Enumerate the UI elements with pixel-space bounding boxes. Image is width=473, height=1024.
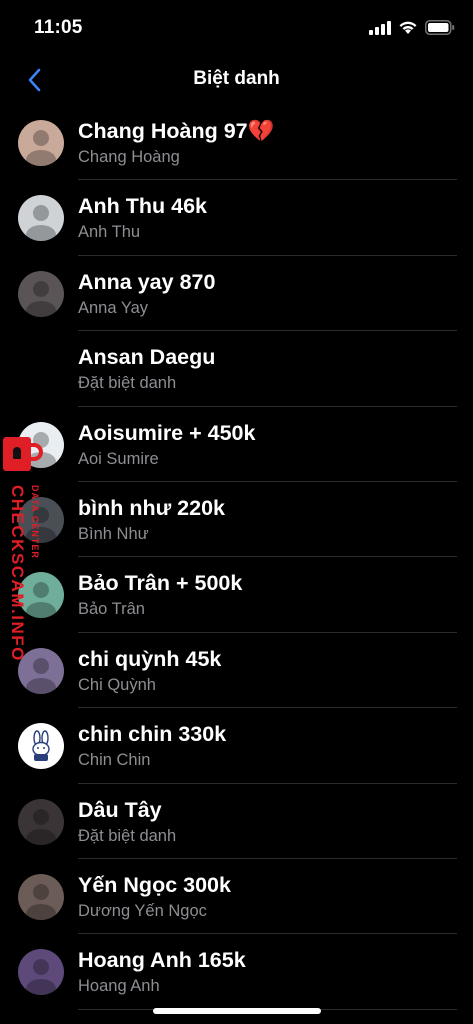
avatar-photo-icon <box>18 798 64 845</box>
avatar <box>18 873 64 920</box>
row-text: Ansan Daegu Đặt biệt danh <box>78 344 457 393</box>
avatar-photo-icon <box>18 496 64 543</box>
row-text: Yến Ngọc 300k Dương Yến Ngọc <box>78 872 457 921</box>
avatar-photo-icon <box>18 120 64 166</box>
list-item[interactable]: Bảo Trân + 500k Bảo Trân <box>0 557 473 633</box>
contact-name-label: Anna Yay <box>78 298 149 317</box>
list-item[interactable]: Ansan Daegu Đặt biệt danh <box>0 331 473 407</box>
nickname-label: Yến Ngọc 300k <box>78 872 231 897</box>
nickname-label: Hoang Anh 165k <box>78 948 246 973</box>
avatar <box>18 346 64 392</box>
wifi-icon <box>398 20 418 40</box>
nickname-label: Aoisumire + 450k <box>78 420 256 445</box>
nickname-label: Ansan Daegu <box>78 345 216 370</box>
avatar-photo-icon <box>18 949 64 996</box>
row-text: Hoang Anh 165k Hoang Anh <box>78 947 457 996</box>
list-item[interactable]: Anna yay 870 Anna Yay <box>0 256 473 332</box>
row-text: chi quỳnh 45k Chi Quỳnh <box>78 646 457 695</box>
contact-name-label: Bảo Trân <box>78 600 145 619</box>
nav-bar: Biệt danh <box>0 58 473 102</box>
contact-name-label: Đặt biệt danh <box>78 374 177 393</box>
avatar-photo-icon <box>18 873 64 920</box>
contact-name-label: Aoi Sumire <box>78 449 159 468</box>
contact-name-label: Bình Như <box>78 524 149 543</box>
avatar <box>18 723 64 770</box>
list-item[interactable]: Chang Hoàng 97💔 Chang Hoàng <box>0 105 473 181</box>
list-item[interactable]: Yến Ngọc 300k Dương Yến Ngọc <box>0 859 473 935</box>
status-bar: 11:05 <box>0 0 473 58</box>
avatar-photo-icon <box>18 647 64 694</box>
nickname-label: Dâu Tây <box>78 797 162 822</box>
row-text: Aoisumire + 450k Aoi Sumire <box>78 420 457 469</box>
nickname-label: Bảo Trân + 500k <box>78 571 243 596</box>
row-text: Anh Thu 46k Anh Thu <box>78 193 457 242</box>
signal-icon <box>369 20 391 40</box>
list-item[interactable]: Dâu Tây Đặt biệt danh <box>0 784 473 859</box>
avatar-photo-icon <box>18 572 64 619</box>
row-text: chin chin 330k Chin Chin <box>78 721 457 770</box>
row-text: Dâu Tây Đặt biệt danh <box>78 797 457 846</box>
avatar <box>18 572 64 619</box>
list-item[interactable]: chin chin 330k Chin Chin <box>0 708 473 784</box>
nickname-label: Chang Hoàng 97💔 <box>78 119 275 143</box>
contact-name-label: Đặt biệt danh <box>78 826 177 845</box>
home-indicator[interactable] <box>153 1008 321 1014</box>
list-item[interactable]: chi quỳnh 45k Chi Quỳnh <box>0 633 473 709</box>
battery-icon <box>425 20 455 40</box>
avatar <box>18 798 64 845</box>
nickname-label: chi quỳnh 45k <box>78 646 222 671</box>
contact-name-label: Anh Thu <box>78 223 141 242</box>
contact-name-label: Hoang Anh <box>78 977 160 996</box>
status-icons <box>369 20 455 40</box>
nickname-label: Anh Thu 46k <box>78 194 208 219</box>
nickname-label: Anna yay 870 <box>78 269 216 294</box>
avatar <box>18 949 64 996</box>
avatar <box>18 421 64 468</box>
status-time: 11:05 <box>34 17 83 38</box>
contact-name-label: Chang Hoàng <box>78 148 180 166</box>
row-text: bình như 220k Bình Như <box>78 495 457 544</box>
nickname-list: Chang Hoàng 97💔 Chang Hoàng Anh Thu 46k Anh… <box>0 105 473 1010</box>
contact-name-label: Chin Chin <box>78 751 151 770</box>
avatar <box>18 270 64 317</box>
avatar <box>18 195 64 242</box>
list-item[interactable]: Anh Thu 46k Anh Thu <box>0 180 473 256</box>
list-item[interactable]: Hoang Anh 165k Hoang Anh <box>0 934 473 1010</box>
row-text: Anna yay 870 Anna Yay <box>78 269 457 318</box>
row-text: Bảo Trân + 500k Bảo Trân <box>78 570 457 619</box>
avatar-photo-icon <box>18 195 64 242</box>
nickname-label: chin chin 330k <box>78 722 227 747</box>
list-item[interactable]: bình như 220k Bình Như <box>0 482 473 558</box>
avatar <box>18 647 64 694</box>
avatar <box>18 120 64 166</box>
contact-name-label: Chi Quỳnh <box>78 675 156 694</box>
row-text: Chang Hoàng 97💔 Chang Hoàng <box>78 118 457 167</box>
avatar <box>18 496 64 543</box>
list-item[interactable]: Aoisumire + 450k Aoi Sumire <box>0 407 473 482</box>
page-title: Biệt danh <box>193 68 280 89</box>
avatar-photo-icon <box>18 421 64 468</box>
contact-name-label: Dương Yến Ngọc <box>78 901 207 920</box>
avatar-photo-icon <box>18 270 64 317</box>
bunny-icon <box>18 723 64 770</box>
nickname-label: bình như 220k <box>78 495 225 520</box>
